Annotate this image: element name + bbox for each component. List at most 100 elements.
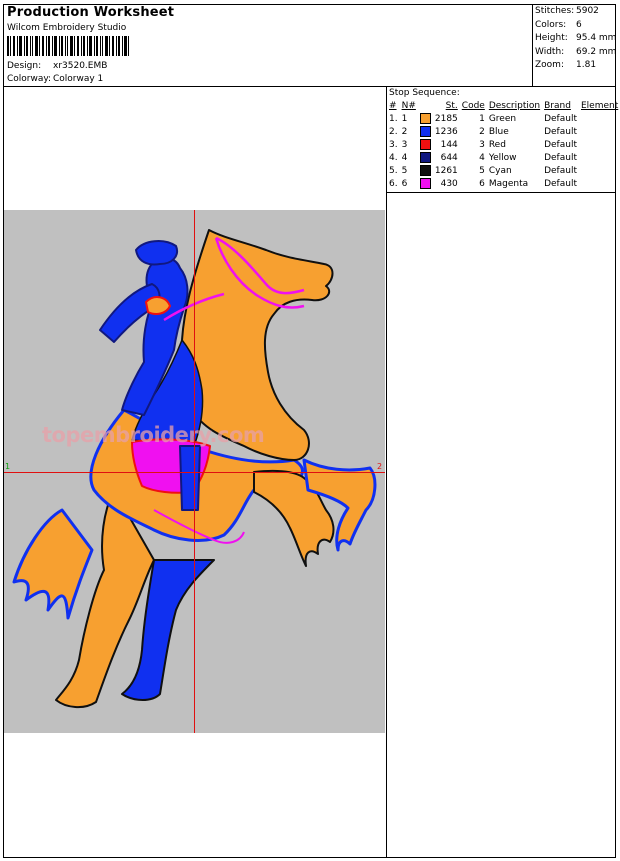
colorway-value: Colorway 1 — [53, 74, 104, 84]
thread-brand: Default — [544, 165, 577, 176]
needle-number: 6 — [401, 178, 408, 189]
color-code: 1 — [479, 113, 485, 124]
stat-label: Zoom: — [535, 60, 564, 70]
color-description: Red — [488, 139, 506, 150]
col-header: Element — [580, 101, 619, 111]
table-row: 3. 3 144 3 Red Default — [387, 138, 620, 151]
col-header: # — [389, 101, 397, 111]
table-header-row: # N# St. Code Description Brand Element — [387, 100, 620, 112]
color-description: Magenta — [488, 178, 529, 189]
thread-brand: Default — [544, 126, 577, 137]
stop-number: 6. — [389, 178, 398, 189]
element-name — [579, 112, 620, 125]
main-divider — [386, 86, 387, 858]
thread-brand: Default — [544, 152, 577, 163]
element-name — [579, 177, 620, 190]
design-preview: topembroidery.com 1 2 — [4, 210, 385, 733]
color-swatch — [418, 138, 433, 151]
col-header: Brand — [544, 101, 571, 111]
stop-sequence-title: Stop Sequence: — [389, 88, 460, 98]
col-header: Code — [461, 101, 485, 111]
color-swatch-box — [419, 152, 431, 163]
stitch-count: 144 — [440, 139, 458, 150]
color-swatch — [418, 151, 433, 164]
colorway-label: Colorway: — [7, 74, 52, 84]
color-code: 2 — [479, 126, 485, 137]
colorway-field: Colorway: Colorway 1 — [7, 74, 103, 84]
stop-sequence-table: # N# St. Code Description Brand Element … — [387, 100, 620, 190]
stop-number: 3. — [389, 139, 398, 150]
stitch-count: 430 — [440, 178, 458, 189]
design-value: xr3520.EMB — [53, 61, 108, 71]
color-swatch-box — [419, 165, 431, 176]
thread-brand: Default — [544, 178, 577, 189]
color-description: Cyan — [488, 165, 512, 176]
stat-label: Height: — [535, 33, 568, 43]
stat-zoom: Zoom: 1.81 — [535, 59, 616, 73]
stats-divider — [532, 4, 533, 87]
stat-value: 69.2 mm — [576, 46, 617, 57]
watermark-text: topembroidery.com — [42, 423, 265, 447]
stat-value: 1.81 — [576, 60, 597, 70]
stop-sequence-divider — [386, 192, 616, 193]
design-field: Design: xr3520.EMB — [7, 61, 107, 71]
stat-value: 5902 — [576, 6, 599, 16]
color-code: 5 — [479, 165, 485, 176]
color-description: Yellow — [488, 152, 517, 163]
needle-number: 2 — [401, 126, 408, 137]
stat-label: Colors: — [535, 19, 567, 30]
stat-width: Width: 69.2 mm — [535, 46, 616, 60]
axis-marker-left: 1 — [5, 462, 11, 471]
col-header: St. — [445, 101, 458, 111]
stitch-count: 2185 — [434, 113, 458, 124]
stat-height: Height: 95.4 mm — [535, 32, 616, 46]
thread-brand: Default — [544, 139, 577, 150]
stat-value: 95.4 mm — [576, 33, 617, 43]
stat-label: Stitches: — [535, 6, 575, 16]
color-swatch — [418, 164, 433, 177]
design-label: Design: — [7, 61, 42, 71]
col-header: Description — [488, 101, 541, 111]
table-row: 2. 2 1236 2 Blue Default — [387, 125, 620, 138]
table-row: 4. 4 644 4 Yellow Default — [387, 151, 620, 164]
stop-number: 5. — [389, 165, 398, 176]
design-stats: Stitches: 5902 Colors: 6 Height: 95.4 mm Wi… — [535, 5, 616, 73]
needle-number: 5 — [401, 165, 408, 176]
color-description: Green — [488, 113, 517, 124]
color-swatch-box — [419, 113, 431, 124]
company-name: Wilcom Embroidery Studio — [7, 23, 127, 33]
axis-marker-right: 2 — [377, 462, 383, 471]
table-row: 6. 6 430 6 Magenta Default — [387, 177, 620, 190]
stat-value: 6 — [576, 19, 582, 30]
table-row: 1. 1 2185 1 Green Default — [387, 112, 620, 125]
element-name — [579, 151, 620, 164]
stop-number: 4. — [389, 152, 398, 163]
element-name — [579, 125, 620, 138]
color-swatch — [418, 112, 433, 125]
stop-number: 1. — [389, 113, 398, 124]
col-header: N# — [401, 101, 416, 111]
color-swatch-box — [419, 126, 431, 137]
stat-colors: Colors: 6 — [535, 19, 616, 33]
stat-label: Width: — [535, 46, 565, 57]
color-code: 6 — [479, 178, 485, 189]
color-code: 4 — [479, 152, 485, 163]
element-name — [579, 138, 620, 151]
color-code: 3 — [479, 139, 485, 150]
color-swatch — [418, 125, 433, 138]
color-swatch-box — [419, 178, 431, 189]
color-swatch-box — [419, 139, 431, 150]
crosshair-vertical — [194, 210, 195, 733]
barcode-image — [7, 36, 129, 56]
thread-brand: Default — [544, 113, 577, 124]
stat-stitches: Stitches: 5902 — [535, 5, 616, 19]
needle-number: 4 — [401, 152, 408, 163]
stop-number: 2. — [389, 126, 398, 137]
stitch-count: 1261 — [434, 165, 458, 176]
color-description: Blue — [488, 126, 509, 137]
header-divider — [3, 86, 616, 87]
page-title: Production Worksheet — [7, 5, 175, 20]
needle-number: 3 — [401, 139, 408, 150]
color-swatch — [418, 177, 433, 190]
stitch-count: 1236 — [434, 126, 458, 137]
